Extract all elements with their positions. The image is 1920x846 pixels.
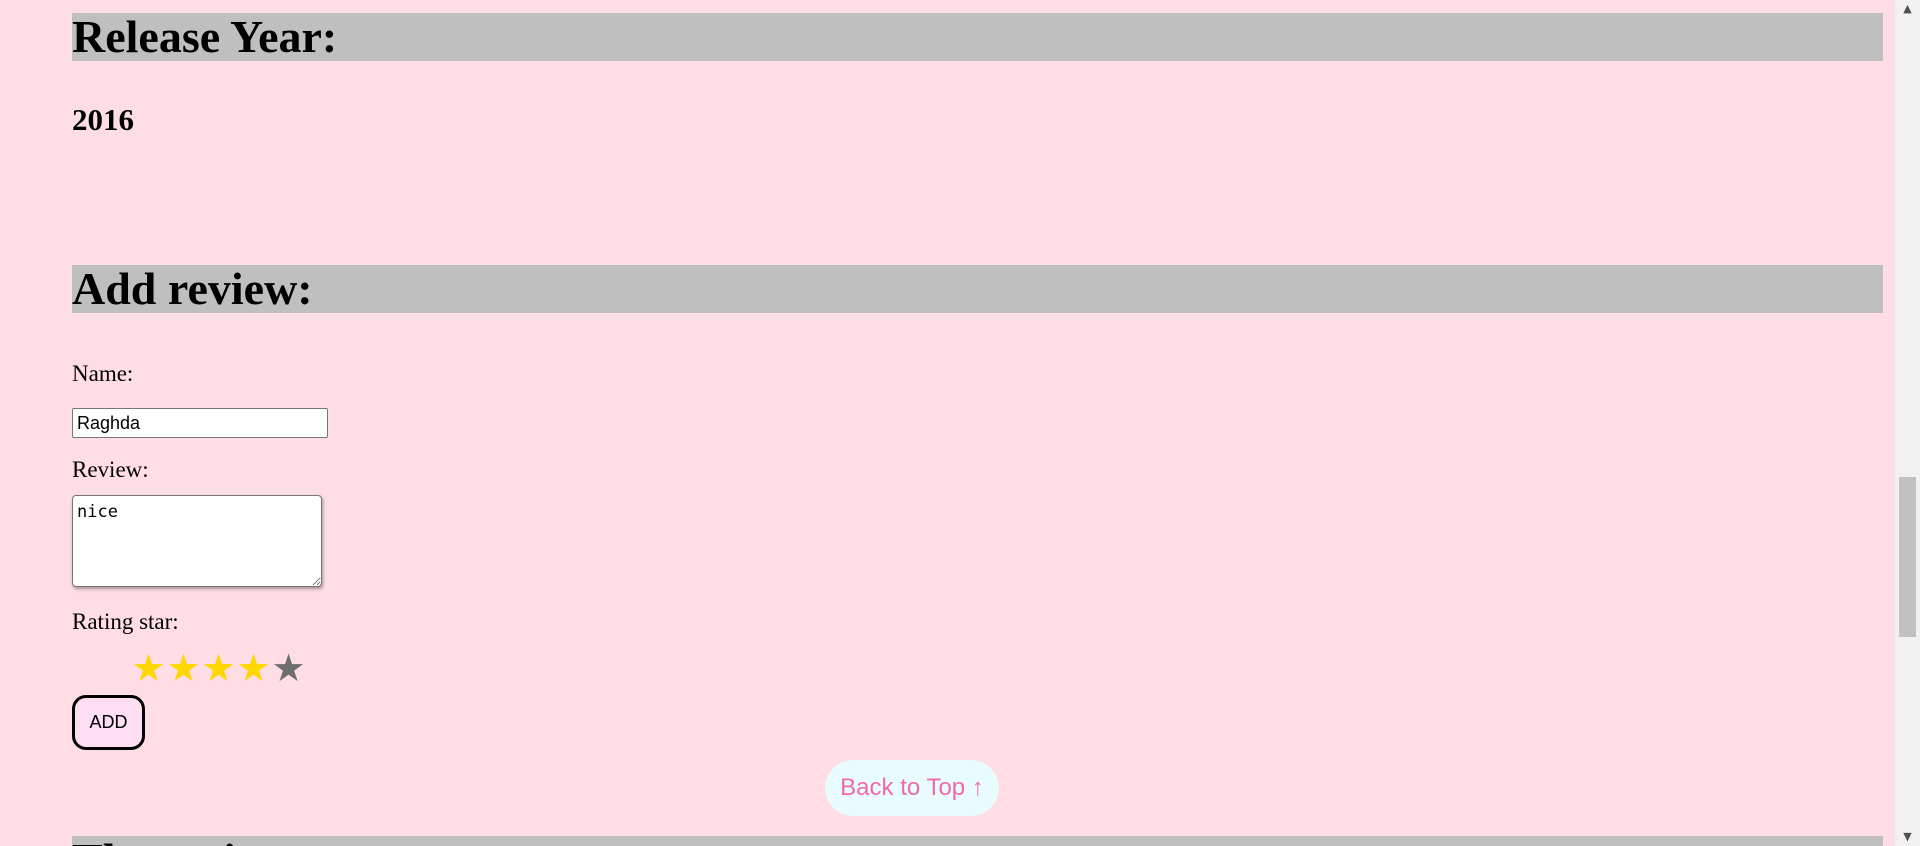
scroll-thumb[interactable] [1899,477,1916,637]
star-icon-4[interactable]: ★ [236,646,271,690]
review-label: Review: [72,457,149,482]
rating-stars: ★ ★ ★ ★ ★ [131,646,306,690]
star-icon-1[interactable]: ★ [131,646,166,690]
release-year-value: 2016 [72,102,134,137]
star-icon-3[interactable]: ★ [201,646,236,690]
scroll-down-icon[interactable]: ▼ [1895,828,1920,846]
star-icon-5[interactable]: ★ [271,646,306,690]
add-review-heading: Add review: [72,265,1883,313]
star-icon-2[interactable]: ★ [166,646,201,690]
scroll-up-icon[interactable]: ▲ [1895,0,1920,18]
name-label: Name: [72,361,134,386]
page: Release Year: 2016 Add review: Name: Rev… [0,0,1920,846]
add-review-button[interactable]: ADD [72,695,145,750]
reviews-heading: The reviews [72,836,1883,846]
rating-label: Rating star: [72,609,179,634]
release-year-heading: Release Year: [72,13,1883,61]
back-to-top-button[interactable]: Back to Top ↑ [825,760,999,816]
vertical-scrollbar[interactable]: ▲ ▼ [1895,0,1920,846]
name-input[interactable] [72,408,328,438]
review-textarea[interactable]: nice [72,495,322,587]
